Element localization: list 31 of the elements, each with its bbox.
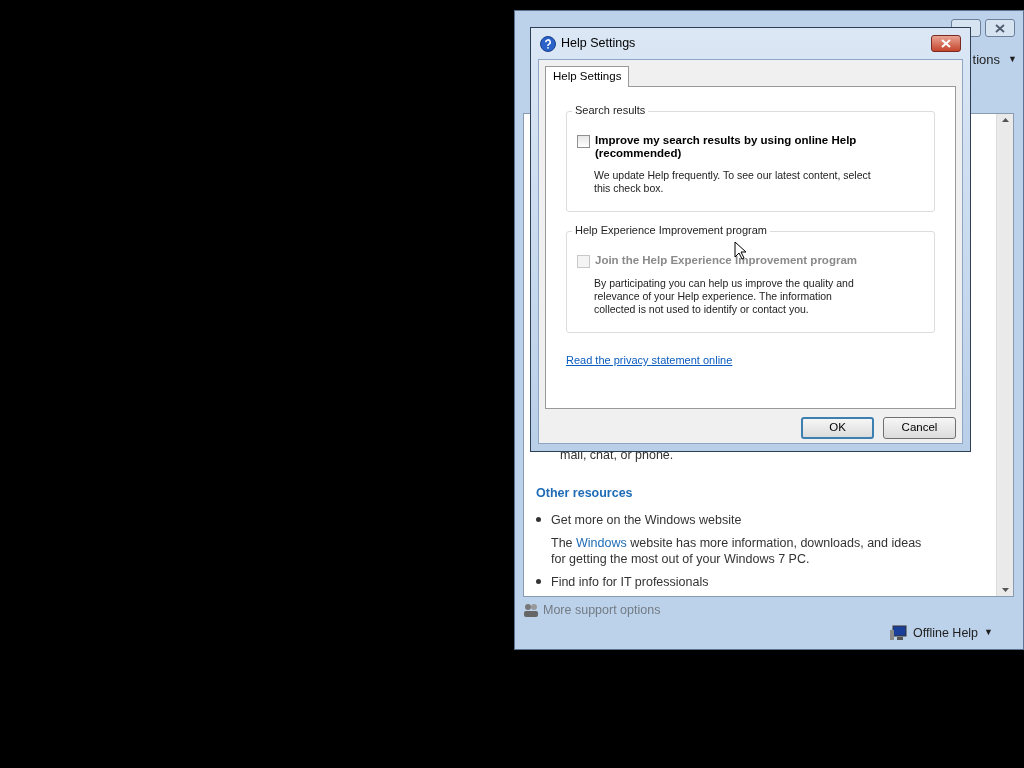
bullet-icon	[536, 579, 541, 585]
offline-help-menu[interactable]: Offline Help	[913, 623, 979, 643]
dialog-button[interactable]: Cancel	[883, 417, 956, 439]
list-item-title: Get more on the Windows website	[551, 511, 743, 529]
group-description: We update Help frequently. To see our latest content, select this check box.	[594, 169, 872, 195]
close-button[interactable]	[931, 35, 961, 52]
caret-icon: ▼	[984, 626, 993, 640]
close-button[interactable]	[985, 19, 1015, 37]
dialog-title: Help Settings	[561, 35, 636, 53]
close-icon	[995, 23, 1005, 33]
caret-icon: ▼	[1008, 53, 1017, 67]
scroll-down-icon[interactable]	[1001, 588, 1009, 592]
checkbox[interactable]	[577, 135, 590, 148]
body-text: mail, chat, or phone.	[560, 447, 675, 464]
list-item-title: Find info for IT professionals	[551, 574, 709, 592]
options-menu[interactable]: tions	[972, 50, 1001, 70]
windows-link[interactable]: Windows	[576, 536, 627, 551]
privacy-link[interactable]: Read the privacy statement online	[566, 352, 733, 369]
scroll-up-icon[interactable]	[1001, 118, 1009, 122]
people-icon	[523, 602, 539, 619]
tab[interactable]: Help Settings	[545, 66, 630, 87]
bullet-icon	[536, 516, 541, 522]
computer-icon	[889, 625, 907, 642]
section-heading: Other resources	[536, 484, 634, 502]
checkbox-label[interactable]: Improve my search results by using online Help (recommended)	[595, 134, 885, 160]
close-icon	[941, 39, 951, 48]
dialog-button[interactable]: OK	[801, 417, 874, 439]
group-description: By participating you can help us improve the quality and relevance of your Help experience. The information collected is not used to identify or contact you.	[594, 277, 855, 316]
item-description: The Windows website has more information, downloads, and ideas for getting the most out of your Windows 7 PC.	[551, 535, 923, 568]
help-icon	[540, 35, 556, 52]
scrollbar[interactable]	[996, 114, 1013, 596]
